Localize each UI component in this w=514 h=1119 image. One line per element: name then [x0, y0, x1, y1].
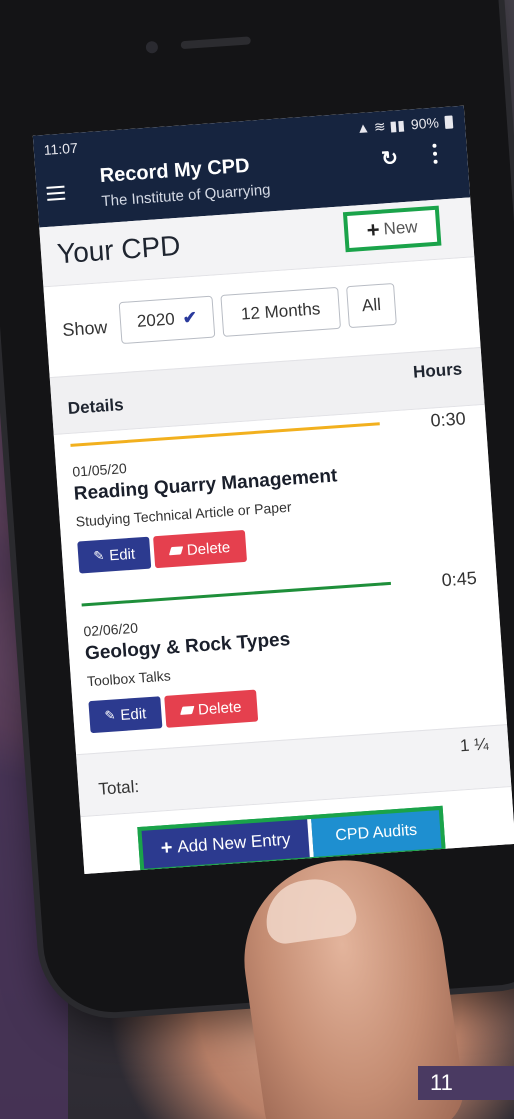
eraser-icon	[179, 705, 195, 715]
entry-date: 02/06/20	[82, 619, 139, 640]
phone-screen: 11:07 ▲ ≋ ▮▮ 90% Record My CPD The Insti…	[32, 105, 514, 874]
filter-2020-button[interactable]: 2020 ✔	[118, 295, 216, 345]
checkmark-icon: ✔	[182, 307, 198, 328]
entry-hours: 0:30	[429, 408, 467, 431]
filter-option-label: 2020	[136, 309, 176, 331]
refresh-icon[interactable]: ↻	[381, 147, 402, 170]
edit-button[interactable]: ✎ Edit	[77, 536, 152, 574]
filter-option-label: All	[361, 294, 382, 316]
filter-option-label: 12 Months	[240, 299, 321, 324]
bottom-button-group: + Add New Entry CPD Audits	[137, 805, 446, 874]
filter-all-button[interactable]: All	[346, 282, 397, 329]
edit-button-label: Edit	[108, 545, 136, 564]
entry-hours: 0:45	[441, 567, 478, 591]
new-button[interactable]: + New	[342, 205, 442, 253]
delete-button-label: Delete	[186, 538, 231, 559]
plus-icon: +	[159, 836, 174, 860]
show-label: Show	[61, 317, 109, 341]
delete-button-label: Delete	[197, 698, 242, 719]
cpd-entry: 0:30 01/05/20 Reading Quarry Management …	[53, 404, 496, 595]
app-title: Record My CPD	[99, 154, 251, 188]
earpiece-speaker	[180, 36, 251, 50]
signal-icon: ▲ ≋ ▮▮	[355, 116, 406, 136]
delete-button[interactable]: Delete	[164, 689, 259, 728]
more-vert-icon[interactable]	[432, 143, 440, 165]
page-title: Your CPD	[56, 229, 182, 270]
new-button-label: New	[382, 217, 419, 239]
filter-12-months-button[interactable]: 12 Months	[220, 286, 342, 337]
total-label: Total:	[97, 776, 140, 799]
edit-icon: ✎	[92, 547, 105, 564]
total-value: 1 ¼	[459, 734, 490, 756]
details-column-header: Details	[67, 395, 125, 418]
add-new-entry-button[interactable]: + Add New Entry	[141, 819, 314, 869]
page-number: 11	[430, 1070, 453, 1095]
plus-icon: +	[365, 216, 381, 243]
cpd-audits-button[interactable]: CPD Audits	[311, 810, 442, 857]
status-time: 11:07	[43, 139, 79, 159]
edit-button[interactable]: ✎ Edit	[88, 696, 163, 734]
edit-icon: ✎	[104, 707, 116, 724]
phone-device: 11:07 ▲ ≋ ▮▮ 90% Record My CPD The Insti…	[0, 0, 514, 1017]
front-camera	[145, 40, 159, 54]
delete-button[interactable]: Delete	[153, 529, 248, 569]
cpd-entry: 0:45 02/06/20 Geology & Rock Types Toolb…	[64, 564, 508, 755]
battery-percent: 90%	[410, 114, 440, 133]
entry-date: 01/05/20	[71, 460, 128, 480]
hours-column-header: Hours	[412, 359, 463, 382]
hamburger-menu-icon[interactable]	[46, 185, 66, 201]
add-new-entry-label: Add New Entry	[176, 829, 292, 857]
entry-category: Toolbox Talks	[86, 667, 172, 690]
cpd-audits-label: CPD Audits	[334, 821, 418, 845]
battery-icon	[444, 114, 454, 129]
status-icons: ▲ ≋ ▮▮ 90%	[356, 113, 454, 137]
edit-button-label: Edit	[119, 704, 147, 724]
eraser-icon	[168, 546, 184, 556]
